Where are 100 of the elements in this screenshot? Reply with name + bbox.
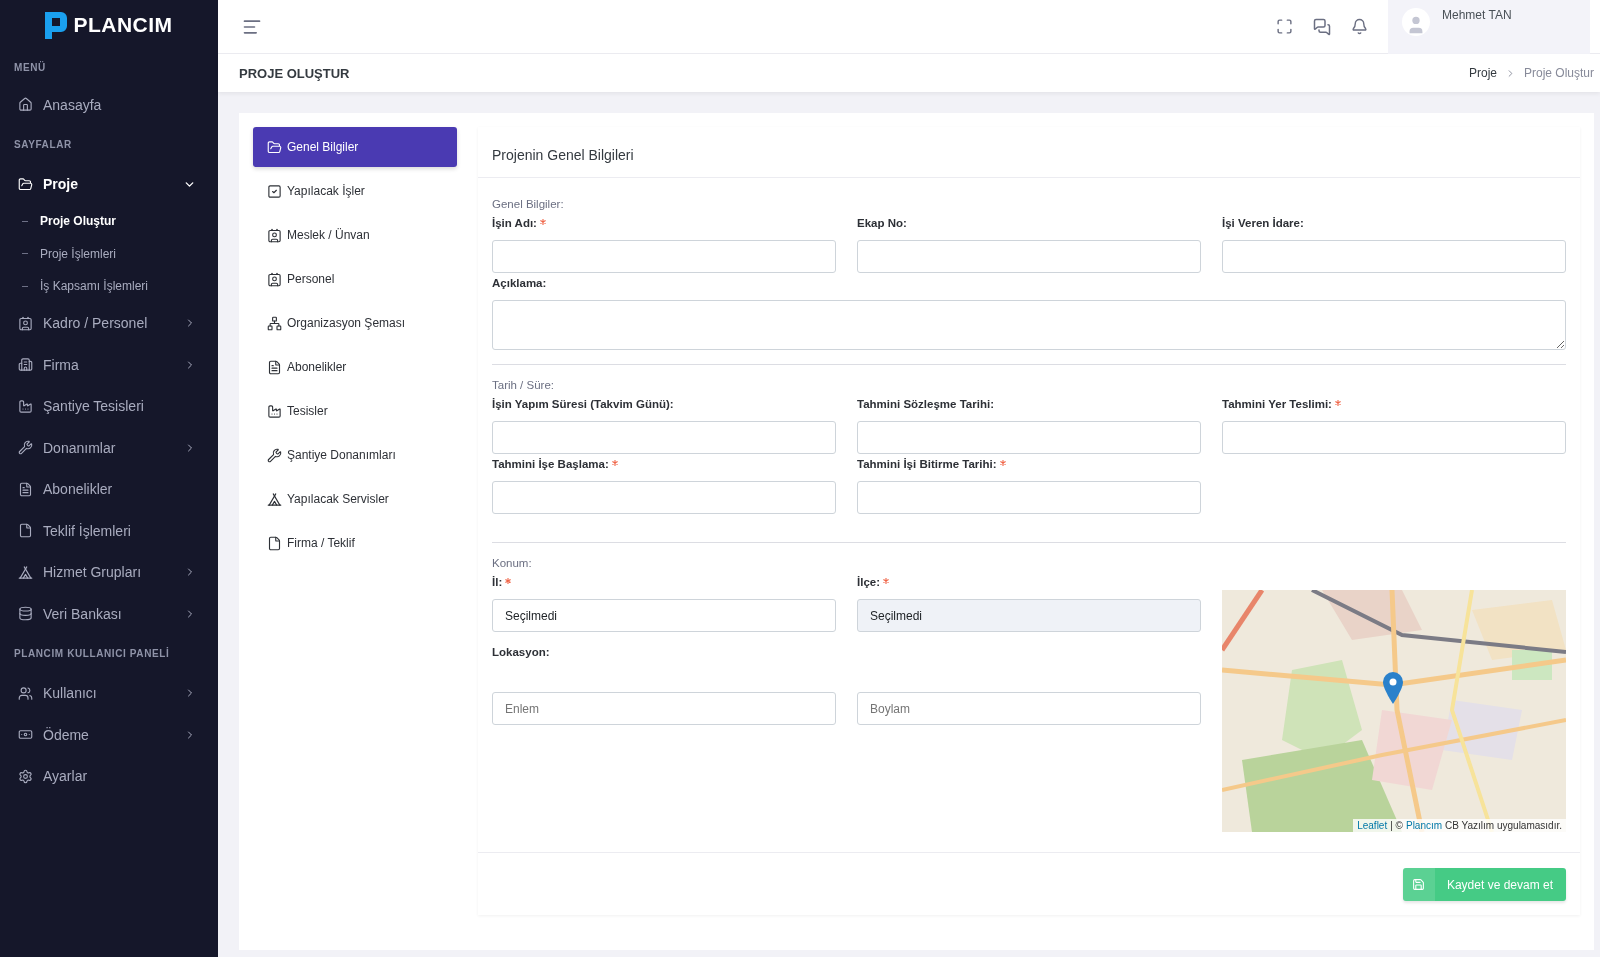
required-icon	[539, 219, 546, 225]
section-title: Konum:	[492, 556, 533, 571]
id-card-icon	[18, 315, 33, 331]
sidebar-item[interactable]: Ödeme	[0, 714, 218, 756]
org-chart-icon	[267, 315, 282, 331]
user-menu[interactable]: Mehmet TAN	[1388, 0, 1590, 54]
file-icon	[267, 535, 282, 551]
input-field[interactable]	[492, 421, 836, 454]
wrench-icon	[18, 440, 33, 456]
save-icon	[1412, 878, 1426, 891]
sidebar-item[interactable]: Veri Bankası	[0, 593, 218, 635]
select-field: Seçilmedi	[857, 599, 1201, 632]
sidebar-item[interactable]: Anasayfa	[0, 84, 218, 126]
step-tab[interactable]: Firma / Teklif	[253, 521, 457, 565]
breadcrumb-link[interactable]: Proje	[1468, 66, 1497, 80]
field-label: Açıklama:	[492, 277, 548, 291]
database-icon	[18, 606, 33, 622]
submenu-item[interactable]: İş Kapsamı İşlemleri	[0, 270, 218, 303]
chat-icon	[1313, 17, 1331, 36]
step-tab[interactable]: Meslek / Ünvan	[253, 213, 457, 257]
field-label: İşin Adı:	[492, 217, 836, 240]
submenu-item[interactable]: Proje Oluştur	[0, 205, 218, 238]
section-title: Tarih / Süre:	[492, 378, 555, 393]
map-attribution: Leaflet | © Plancım CB Yazılım uygulamasıdır.	[1353, 819, 1566, 832]
owner-link[interactable]: Plancım	[1405, 820, 1443, 831]
sidebar-item[interactable]: Ayarlar	[0, 755, 218, 797]
tent-icon	[18, 564, 33, 580]
building-icon	[18, 357, 33, 373]
required-icon	[505, 578, 512, 584]
submenu-item[interactable]: Proje İşlemleri	[0, 237, 218, 270]
file-icon	[18, 523, 33, 539]
field-label: Tahmini Yer Teslimi:	[1222, 398, 1566, 421]
field-label: Lokasyon:	[492, 646, 551, 660]
input-field[interactable]	[1222, 240, 1566, 273]
field-label: İl:	[492, 576, 836, 599]
sidebar-item[interactable]: Şantiye Tesisleri	[0, 385, 218, 427]
sidebar-item[interactable]: Abonelikler	[0, 468, 218, 510]
required-icon	[611, 460, 618, 466]
home-icon	[18, 97, 33, 113]
field-label: Ekap No:	[857, 217, 908, 231]
step-tab[interactable]: Şantiye Donanımları	[253, 433, 457, 477]
field-label: Tahmini Sözleşme Tarihi:	[857, 398, 995, 412]
step-tab[interactable]: Genel Bilgiler	[253, 127, 457, 167]
settings-icon	[18, 768, 33, 784]
field-label: Tahmini İşi Bitirme Tarihi:	[857, 458, 1201, 481]
checkbox-icon	[267, 183, 282, 199]
step-tab[interactable]: Personel	[253, 257, 457, 301]
sidebar-heading: SAYFALAR	[13, 138, 73, 152]
panel-title: Projenin Genel Bilgileri	[478, 127, 1580, 178]
bell-icon	[1351, 17, 1368, 35]
document-icon	[18, 481, 33, 497]
sidebar-heading: MENÜ	[13, 60, 47, 75]
input-field[interactable]: Boylam	[857, 692, 1201, 725]
input-field[interactable]	[492, 240, 836, 273]
page-title: PROJE OLUŞTUR	[239, 65, 351, 81]
notifications-button[interactable]	[1351, 17, 1368, 36]
input-field[interactable]: Enlem	[492, 692, 836, 725]
breadcrumb-link[interactable]: Proje Oluştur	[1523, 66, 1594, 80]
tent-icon	[267, 491, 282, 507]
step-tab[interactable]: Abonelikler	[253, 345, 457, 389]
folder-icon	[18, 176, 33, 192]
field-label: İlçe:	[857, 576, 1201, 599]
sidebar-item[interactable]: Firma	[0, 344, 218, 386]
fullscreen-button[interactable]	[1276, 17, 1293, 36]
brand-name: PLANCIM	[73, 13, 173, 37]
input-field[interactable]	[857, 421, 1201, 454]
input-field[interactable]	[1222, 421, 1566, 454]
field-label: İşi Veren İdare:	[1222, 217, 1305, 231]
sidebar-item[interactable]: Kullanıcı	[0, 672, 218, 714]
sidebar-item[interactable]: Proje	[0, 163, 218, 205]
sidebar-item[interactable]: Kadro / Personel	[0, 302, 218, 344]
sidebar-item[interactable]: Donanımlar	[0, 427, 218, 469]
sidebar-heading: PLANCIM KULLANICI PANELİ	[13, 646, 171, 661]
step-tab[interactable]: Organizasyon Şeması	[253, 301, 457, 345]
step-tab[interactable]: Yapılacak Servisler	[253, 477, 457, 521]
map[interactable]: Leaflet | © Plancım CB Yazılım uygulamasıdır.	[1222, 590, 1566, 832]
id-card-icon	[267, 271, 282, 287]
document-icon	[267, 359, 282, 375]
text-area[interactable]	[492, 300, 1566, 350]
sidebar-item[interactable]: Teklif İşlemleri	[0, 510, 218, 552]
input-field[interactable]	[492, 481, 836, 514]
leaflet-link[interactable]: Leaflet	[1357, 820, 1388, 831]
messages-button[interactable]	[1313, 17, 1331, 36]
id-card-icon	[267, 227, 282, 243]
sidebar-item[interactable]: Hizmet Grupları	[0, 551, 218, 593]
map-marker-icon[interactable]	[1383, 672, 1403, 704]
step-tab[interactable]: Tesisler	[253, 389, 457, 433]
field-label: İşin Yapım Süresi (Takvim Günü):	[492, 398, 675, 412]
input-field[interactable]	[857, 240, 1201, 273]
required-icon	[883, 578, 889, 584]
logo-icon	[45, 11, 68, 39]
required-icon	[999, 460, 1006, 466]
step-tab[interactable]: Yapılacak İşler	[253, 169, 457, 213]
select-field[interactable]: Seçilmedi	[492, 599, 836, 632]
folder-icon	[267, 139, 282, 155]
wrench-icon	[267, 447, 282, 463]
fullscreen-icon	[1276, 17, 1293, 35]
factory-icon	[18, 398, 33, 414]
input-field[interactable]	[857, 481, 1201, 514]
avatar-icon	[1402, 7, 1430, 36]
